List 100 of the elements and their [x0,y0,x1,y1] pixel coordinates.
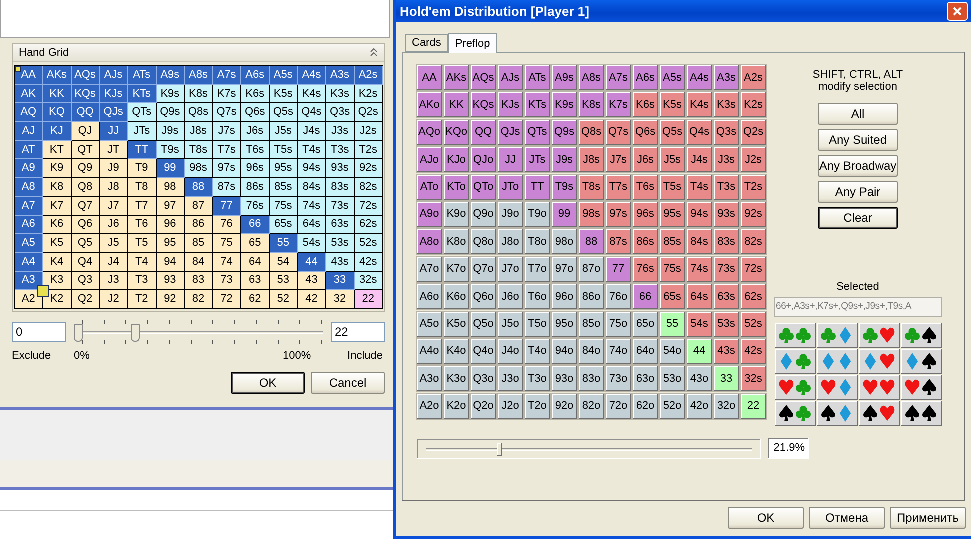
hand-button[interactable]: 84o [579,338,604,364]
hand-cell[interactable]: T4s [298,140,326,160]
hand-button[interactable]: Q6o [471,284,496,310]
hand-cell[interactable]: Q7s [213,103,242,122]
hand-button[interactable]: 52s [741,312,766,337]
hand-cell[interactable]: Q3 [72,272,100,290]
hand-cell[interactable]: J2s [354,122,383,141]
hand-button[interactable]: T2s [741,174,766,200]
hand-cell[interactable]: A5s [270,66,298,85]
hand-button[interactable]: K6o [444,284,469,310]
hand-button[interactable]: K5o [444,312,469,337]
hand-button[interactable]: K7s [606,92,631,118]
hand-cell[interactable]: 74 [213,252,242,272]
hand-cell[interactable]: AA [15,66,44,85]
hand-cell[interactable]: Q2 [72,290,100,309]
hand-button[interactable]: T9o [525,202,550,227]
hand-button[interactable]: AKs [444,65,469,90]
hand-button[interactable]: ATo [417,174,442,200]
hand-button[interactable]: 32o [714,394,739,419]
hand-cell[interactable]: 94 [156,252,185,272]
hand-cell[interactable]: 82 [184,290,214,309]
hand-cell[interactable]: Q6 [72,216,100,234]
hand-cell[interactable]: K9s [156,84,185,104]
hand-button[interactable]: Q7o [471,256,496,282]
hand-cell[interactable]: AK [15,84,44,104]
hand-cell[interactable]: T2 [128,290,157,309]
hand-cell[interactable]: 62 [241,290,270,309]
hand-button[interactable]: A4s [687,65,712,90]
hand-button[interactable]: T8o [525,229,550,254]
hand-cell[interactable]: 86 [184,216,214,234]
hand-cell[interactable]: 22 [354,290,383,309]
close-button[interactable] [947,2,968,20]
hand-cell[interactable]: 32 [326,290,355,309]
hand-button[interactable]: T7o [525,256,550,282]
hand-button[interactable]: AQs [471,65,496,90]
hand-cell[interactable]: 66 [241,216,270,234]
hand-button[interactable]: 73o [606,366,631,392]
slider-thumb[interactable] [74,324,83,342]
hand-button[interactable]: 43o [687,366,712,392]
suit-pair-button[interactable] [774,401,816,426]
hand-button[interactable]: KK [444,92,469,118]
hand-button[interactable]: A8o [417,229,442,254]
hand-button[interactable]: A6s [633,65,658,90]
hand-button[interactable]: A7s [606,65,631,90]
hand-button[interactable]: J2s [741,147,766,172]
hand-cell[interactable]: 98s [184,159,214,178]
hand-cell[interactable]: 95 [156,234,185,253]
hand-button[interactable]: J3o [498,366,523,392]
hand-cell[interactable]: AJ [15,122,44,141]
hand-cell[interactable]: K2s [354,84,383,104]
slider-thumb[interactable] [131,324,140,342]
hand-button[interactable]: 62s [741,284,766,310]
hand-button[interactable]: K2s [741,92,766,118]
hand-button[interactable]: TT [525,174,550,200]
hand-button[interactable]: A7o [417,256,442,282]
suit-pair-button[interactable] [816,401,858,426]
hand-button[interactable]: 92o [552,394,577,419]
hand-cell[interactable]: K4 [43,252,72,272]
hand-button[interactable]: K9s [552,92,577,118]
hand-cell[interactable]: J5s [270,122,298,141]
hand-button[interactable]: 75o [606,312,631,337]
hand-cell[interactable]: K6 [43,216,72,234]
hand-button[interactable]: A2o [417,394,442,419]
hand-button[interactable]: J4s [687,147,712,172]
hand-cell[interactable]: KT [43,140,72,160]
hand-button[interactable]: Q2o [471,394,496,419]
hand-button[interactable]: Q9o [471,202,496,227]
hand-cell[interactable]: KQ [43,103,72,122]
hand-cell[interactable]: 54s [298,234,326,253]
hand-button[interactable]: J4o [498,338,523,364]
range-button[interactable]: Any Broadway [818,155,898,177]
hand-cell[interactable]: A8 [15,178,44,197]
hand-button[interactable]: Q3s [714,120,739,145]
hand-button[interactable]: 93o [552,366,577,392]
hand-button[interactable]: QQ [471,120,496,145]
hand-button[interactable]: A8s [579,65,604,90]
hand-button[interactable]: K3s [714,92,739,118]
hand-button[interactable]: KQs [471,92,496,118]
hand-cell[interactable]: Q8s [184,103,214,122]
hand-cell[interactable]: 72s [354,196,383,216]
hand-cell[interactable]: J7 [100,196,128,216]
hand-button[interactable]: J6s [633,147,658,172]
hand-cell[interactable]: Q9s [156,103,185,122]
hand-button[interactable]: Q3o [471,366,496,392]
hand-cell[interactable]: QJ [72,122,100,141]
hand-button[interactable]: 53s [714,312,739,337]
hand-cell[interactable]: J6s [241,122,270,141]
tab[interactable]: Cards [405,34,448,52]
hand-button[interactable]: T4s [687,174,712,200]
hand-cell[interactable]: 83s [326,178,355,197]
hand-button[interactable]: QTo [471,174,496,200]
hand-cell[interactable]: K4s [298,84,326,104]
hand-button[interactable]: J3s [714,147,739,172]
range-button[interactable]: Any Pair [818,181,898,203]
hand-cell[interactable]: 85 [184,234,214,253]
hand-cell[interactable]: 95s [270,159,298,178]
cancel-button[interactable]: Отмена [809,507,885,529]
hand-cell[interactable]: 82s [354,178,383,197]
hand-button[interactable]: A9s [552,65,577,90]
hand-cell[interactable]: 99 [156,159,185,178]
